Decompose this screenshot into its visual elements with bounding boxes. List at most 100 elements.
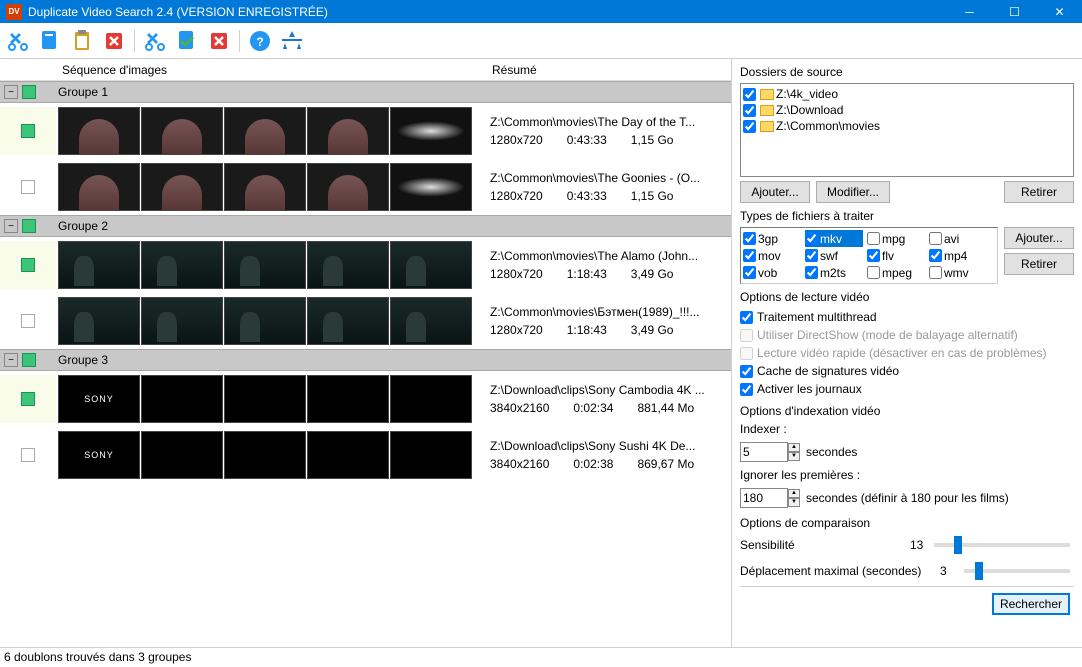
filetype-checkbox[interactable]	[929, 249, 942, 262]
video-checkbox[interactable]	[21, 124, 35, 138]
video-thumbnail[interactable]	[58, 297, 140, 345]
video-checkbox[interactable]	[21, 314, 35, 328]
video-thumbnail[interactable]	[224, 431, 306, 479]
video-row[interactable]: Z:\Common\movies\The Day of the T... 128…	[0, 103, 731, 159]
help-button[interactable]: ?	[246, 27, 274, 55]
filetype-item[interactable]: flv	[867, 247, 925, 264]
video-thumbnail[interactable]	[390, 241, 472, 289]
read-option-checkbox[interactable]	[740, 365, 753, 378]
video-thumbnail[interactable]	[141, 241, 223, 289]
filetype-checkbox[interactable]	[805, 249, 818, 262]
cut-button[interactable]	[4, 27, 32, 55]
indexer-spin-up[interactable]: ▲	[788, 443, 800, 452]
group-header[interactable]: − Groupe 2	[0, 215, 731, 237]
cut-group-button[interactable]	[141, 27, 169, 55]
video-check-cell[interactable]	[0, 431, 56, 479]
search-button[interactable]: Rechercher	[992, 593, 1070, 615]
video-thumbnail[interactable]	[224, 107, 306, 155]
remove-type-button[interactable]: Retirer	[1004, 253, 1074, 275]
video-check-cell[interactable]	[0, 297, 56, 345]
video-thumbnail[interactable]	[141, 431, 223, 479]
video-check-cell[interactable]	[0, 163, 56, 211]
group-checkbox[interactable]	[22, 353, 36, 367]
filetype-item[interactable]: m2ts	[805, 264, 863, 281]
filetype-item[interactable]: swf	[805, 247, 863, 264]
video-row[interactable]: Z:\Common\movies\Бэтмен(1989)_!!!... 128…	[0, 293, 731, 349]
edit-folder-button[interactable]: Modifier...	[816, 181, 890, 203]
sensitivity-slider[interactable]	[934, 543, 1070, 547]
add-type-button[interactable]: Ajouter...	[1004, 227, 1074, 249]
video-thumbnail[interactable]	[58, 241, 140, 289]
video-thumbnail[interactable]	[224, 241, 306, 289]
filetype-checkbox[interactable]	[867, 249, 880, 262]
video-thumbnail[interactable]	[390, 107, 472, 155]
video-thumbnail[interactable]	[307, 163, 389, 211]
folder-item[interactable]: Z:\Common\movies	[743, 118, 1071, 134]
ignore-spin-down[interactable]: ▼	[788, 498, 800, 507]
video-thumbnail[interactable]	[307, 107, 389, 155]
video-checkbox[interactable]	[21, 258, 35, 272]
filetype-item[interactable]: mpg	[867, 230, 925, 247]
shift-slider[interactable]	[964, 569, 1070, 573]
filetype-checkbox[interactable]	[805, 266, 818, 279]
video-row[interactable]: Z:\Common\movies\The Alamo (John... 1280…	[0, 237, 731, 293]
video-check-cell[interactable]	[0, 375, 56, 423]
video-thumbnail[interactable]	[390, 375, 472, 423]
mark-button[interactable]	[173, 27, 201, 55]
col-sequence[interactable]: Séquence d'images	[60, 63, 490, 77]
video-thumbnail[interactable]	[307, 297, 389, 345]
folder-item[interactable]: Z:\4k_video	[743, 86, 1071, 102]
video-check-cell[interactable]	[0, 241, 56, 289]
folders-list[interactable]: Z:\4k_video Z:\Download Z:\Common\movies	[740, 83, 1074, 177]
video-checkbox[interactable]	[21, 180, 35, 194]
group-checkbox[interactable]	[22, 219, 36, 233]
video-thumbnail[interactable]	[224, 375, 306, 423]
delete-group-button[interactable]	[205, 27, 233, 55]
video-checkbox[interactable]	[21, 448, 35, 462]
collapse-icon[interactable]: −	[4, 353, 18, 367]
video-thumbnail[interactable]	[307, 241, 389, 289]
remove-folder-button[interactable]: Retirer	[1004, 181, 1074, 203]
read-option-checkbox[interactable]	[740, 383, 753, 396]
group-checkbox[interactable]	[22, 85, 36, 99]
filetype-item[interactable]: mp4	[929, 247, 987, 264]
ignore-input[interactable]	[740, 488, 788, 508]
folder-checkbox[interactable]	[743, 88, 756, 101]
indexer-spin-down[interactable]: ▼	[788, 452, 800, 461]
filetype-checkbox[interactable]	[805, 232, 818, 245]
video-check-cell[interactable]	[0, 107, 56, 155]
filetypes-list[interactable]: 3gpmkvmpgavimovswfflvmp4vobm2tsmpegwmv	[740, 227, 998, 284]
video-checkbox[interactable]	[21, 392, 35, 406]
video-thumbnail[interactable]	[390, 431, 472, 479]
compare-button[interactable]	[278, 27, 306, 55]
filetype-item[interactable]: wmv	[929, 264, 987, 281]
folder-checkbox[interactable]	[743, 120, 756, 133]
read-option-checkbox[interactable]	[740, 311, 753, 324]
group-header[interactable]: − Groupe 3	[0, 349, 731, 371]
collapse-icon[interactable]: −	[4, 219, 18, 233]
video-thumbnail[interactable]	[141, 297, 223, 345]
filetype-item[interactable]: vob	[743, 264, 801, 281]
ignore-spin-up[interactable]: ▲	[788, 489, 800, 498]
video-thumbnail[interactable]	[224, 297, 306, 345]
filetype-checkbox[interactable]	[929, 232, 942, 245]
minimize-button[interactable]: ─	[947, 0, 992, 23]
folder-checkbox[interactable]	[743, 104, 756, 117]
video-row[interactable]: SONY Z:\Download\clips\Sony Cambodia 4K …	[0, 371, 731, 427]
video-row[interactable]: Z:\Common\movies\The Goonies - (O... 128…	[0, 159, 731, 215]
copy-button[interactable]	[36, 27, 64, 55]
video-row[interactable]: SONY Z:\Download\clips\Sony Sushi 4K De.…	[0, 427, 731, 483]
video-thumbnail[interactable]	[307, 431, 389, 479]
col-summary[interactable]: Résumé	[490, 63, 731, 77]
filetype-item[interactable]: 3gp	[743, 230, 801, 247]
filetype-item[interactable]: mov	[743, 247, 801, 264]
video-thumbnail[interactable]	[307, 375, 389, 423]
filetype-checkbox[interactable]	[867, 266, 880, 279]
delete-button[interactable]	[100, 27, 128, 55]
filetype-checkbox[interactable]	[743, 232, 756, 245]
video-thumbnail[interactable]	[390, 163, 472, 211]
group-header[interactable]: − Groupe 1	[0, 81, 731, 103]
read-option[interactable]: Traitement multithread	[740, 308, 1074, 326]
maximize-button[interactable]: ☐	[992, 0, 1037, 23]
filetype-item[interactable]: mpeg	[867, 264, 925, 281]
